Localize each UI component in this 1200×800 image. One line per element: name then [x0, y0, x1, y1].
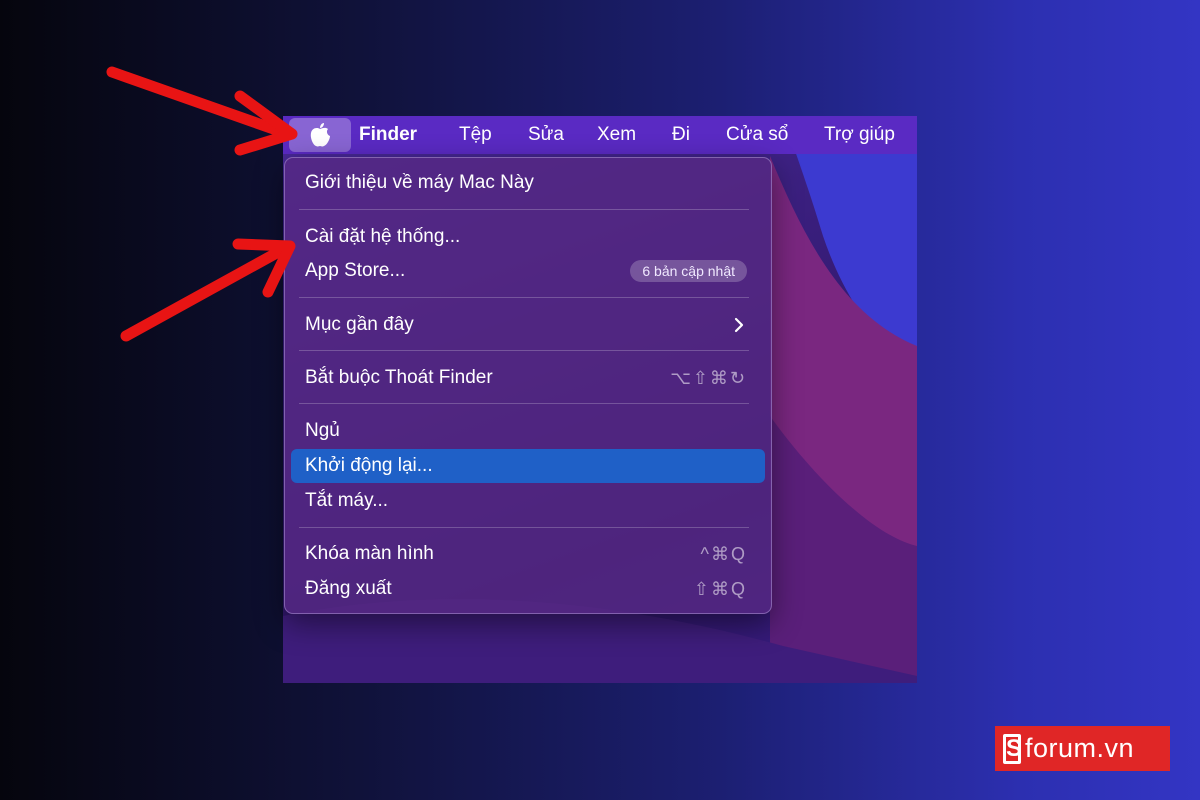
- annotation-arrows: [106, 66, 298, 342]
- sforum-logo: S forum.vn: [995, 726, 1170, 771]
- arrow-icon: [106, 66, 298, 156]
- arrow-icon: [120, 238, 296, 342]
- logo-text: forum.vn: [1025, 733, 1135, 763]
- logo-mark: S: [1003, 733, 1021, 764]
